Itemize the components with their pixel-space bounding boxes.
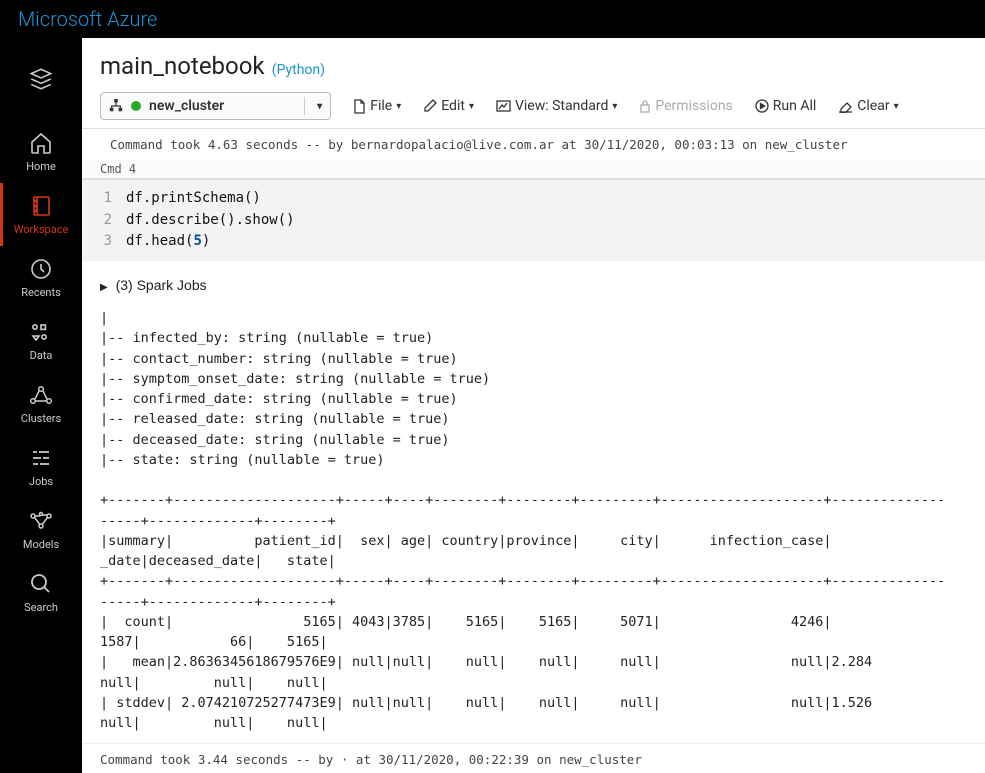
data-icon bbox=[28, 319, 54, 345]
models-icon bbox=[28, 508, 54, 534]
code-editor[interactable]: 1df.printSchema() 2df.describe().show() … bbox=[82, 180, 985, 261]
spark-jobs-label: (3) Spark Jobs bbox=[116, 277, 207, 293]
permissions-label: Permissions bbox=[655, 98, 732, 114]
cluster-selector[interactable]: new_cluster ▾ bbox=[100, 92, 331, 120]
cluster-name: new_cluster bbox=[149, 98, 224, 114]
sidebar-item-recents[interactable]: Recents bbox=[0, 246, 82, 309]
sidebar-item-jobs[interactable]: Jobs bbox=[0, 435, 82, 498]
line-number: 3 bbox=[82, 231, 126, 253]
edit-menu[interactable]: Edit ▾ bbox=[423, 98, 474, 114]
chevron-down-icon: ▾ bbox=[612, 101, 617, 112]
edit-icon bbox=[423, 99, 437, 113]
sidebar-item-label: Models bbox=[23, 538, 59, 551]
cmd3-status: Command took 4.63 seconds -- by bernardo… bbox=[82, 129, 985, 160]
chevron-down-icon: ▾ bbox=[469, 101, 474, 112]
sidebar: Home Workspace Recents Data Clusters bbox=[0, 38, 82, 773]
sidebar-item-label: Workspace bbox=[14, 223, 69, 236]
view-label: View: Standard bbox=[515, 98, 608, 114]
run-all-button[interactable]: Run All bbox=[755, 98, 817, 114]
notebook-title[interactable]: main_notebook bbox=[100, 52, 265, 80]
chevron-down-icon: ▾ bbox=[317, 101, 322, 112]
line-number: 1 bbox=[82, 188, 126, 210]
sidebar-item-data[interactable]: Data bbox=[0, 309, 82, 372]
main-content: main_notebook (Python) new_cluster ▾ Fil… bbox=[82, 38, 985, 773]
sidebar-item-label: Home bbox=[26, 160, 56, 173]
databricks-icon bbox=[28, 66, 54, 92]
output-text: | |-- infected_by: string (nullable = tr… bbox=[100, 308, 967, 733]
jobs-icon bbox=[28, 445, 54, 471]
code-line: df.describe().show() bbox=[126, 210, 295, 232]
code-line: df.printSchema() bbox=[126, 188, 261, 210]
notebook-language[interactable]: (Python) bbox=[272, 62, 325, 78]
home-icon bbox=[28, 130, 54, 156]
recents-icon bbox=[28, 256, 54, 282]
edit-label: Edit bbox=[441, 98, 465, 114]
sidebar-item-label: Recents bbox=[21, 286, 61, 299]
view-menu[interactable]: View: Standard ▾ bbox=[496, 98, 617, 114]
permissions-button[interactable]: Permissions bbox=[639, 98, 732, 114]
sidebar-item-search[interactable]: Search bbox=[0, 561, 82, 624]
sidebar-item-workspace[interactable]: Workspace bbox=[0, 183, 82, 246]
sidebar-item-label: Data bbox=[30, 349, 53, 362]
clusters-icon bbox=[28, 382, 54, 408]
sidebar-item-clusters[interactable]: Clusters bbox=[0, 372, 82, 435]
cluster-status-dot bbox=[131, 101, 141, 111]
clear-menu[interactable]: Clear ▾ bbox=[838, 98, 898, 114]
sidebar-item-label: Search bbox=[24, 601, 58, 614]
cmd4-label: Cmd 4 bbox=[82, 160, 985, 179]
sidebar-logo[interactable] bbox=[0, 56, 82, 120]
cmd4-cell: 1df.printSchema() 2df.describe().show() … bbox=[82, 179, 985, 773]
azure-header: Microsoft Azure bbox=[0, 0, 985, 38]
file-icon bbox=[353, 99, 366, 114]
notebook-title-row: main_notebook (Python) bbox=[82, 38, 985, 88]
sidebar-item-label: Clusters bbox=[21, 412, 61, 425]
arrow-right-icon: ▶ bbox=[100, 280, 108, 295]
lock-icon bbox=[639, 99, 651, 113]
line-number: 2 bbox=[82, 210, 126, 232]
search-icon bbox=[28, 571, 54, 597]
sidebar-item-home[interactable]: Home bbox=[0, 120, 82, 183]
view-icon bbox=[496, 100, 511, 112]
code-line: df.head(5) bbox=[126, 231, 210, 253]
chevron-down-icon: ▾ bbox=[396, 101, 401, 112]
clear-icon bbox=[838, 100, 853, 113]
file-menu[interactable]: File ▾ bbox=[353, 98, 401, 114]
cmd4-status: Command took 3.44 seconds -- by · at 30/… bbox=[82, 743, 985, 773]
clear-label: Clear bbox=[857, 98, 889, 114]
cluster-tree-icon bbox=[109, 99, 123, 113]
run-all-label: Run All bbox=[773, 98, 817, 114]
chevron-down-icon: ▾ bbox=[894, 101, 899, 112]
spark-jobs-toggle[interactable]: ▶ (3) Spark Jobs bbox=[100, 271, 967, 308]
workspace-icon bbox=[28, 193, 54, 219]
brand-label: Microsoft Azure bbox=[18, 7, 157, 31]
play-icon bbox=[755, 99, 769, 113]
toolbar: new_cluster ▾ File ▾ Edit ▾ View: Standa… bbox=[82, 88, 985, 129]
file-label: File bbox=[370, 98, 392, 114]
output-area: ▶ (3) Spark Jobs | |-- infected_by: stri… bbox=[82, 261, 985, 743]
sidebar-item-label: Jobs bbox=[29, 475, 53, 488]
sidebar-item-models[interactable]: Models bbox=[0, 498, 82, 561]
